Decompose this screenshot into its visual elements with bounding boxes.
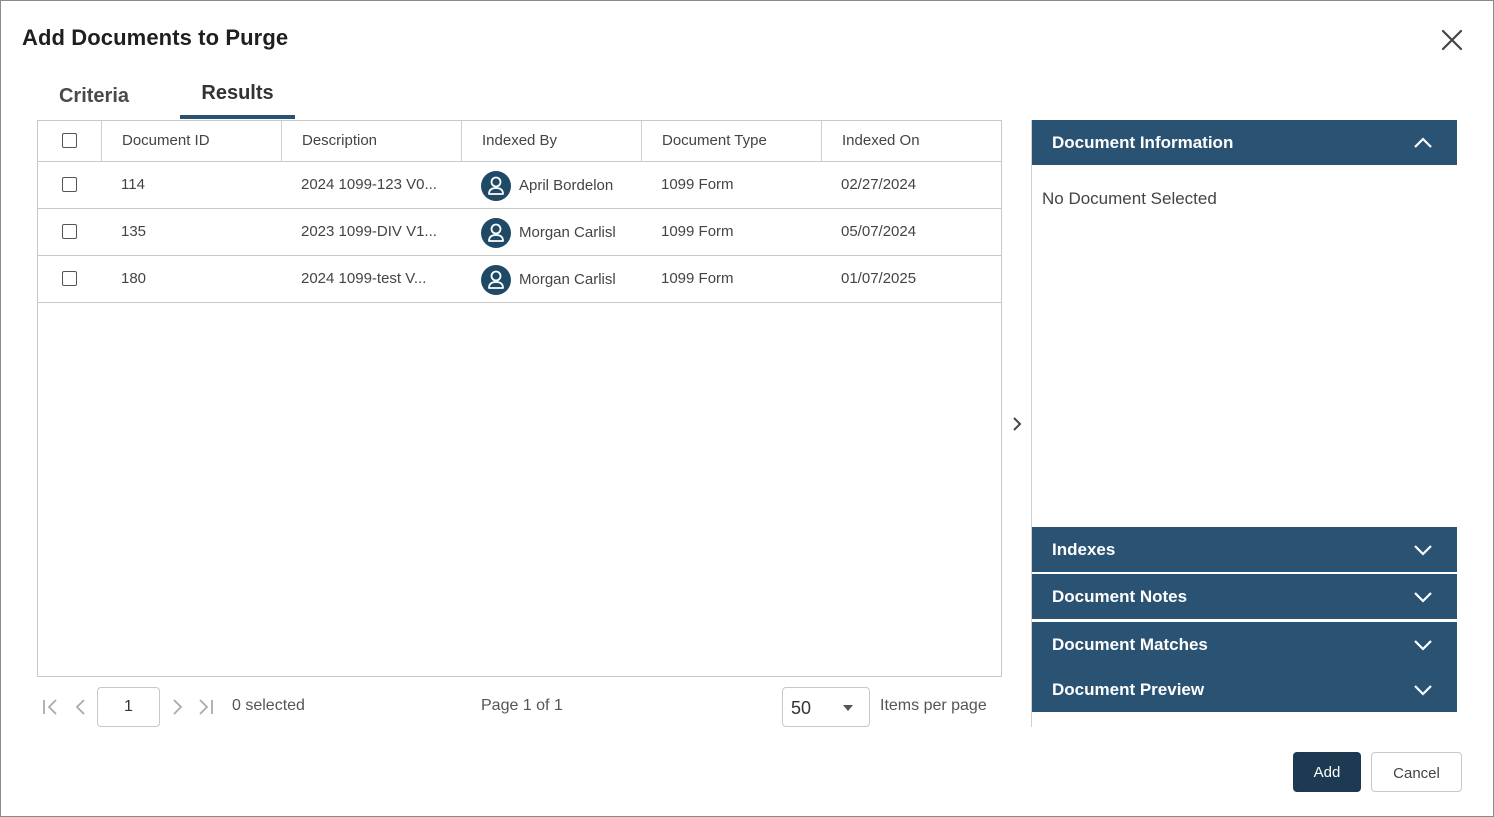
cancel-button[interactable]: Cancel [1371, 752, 1462, 792]
description-cell: 2024 1099-test V... [301, 270, 427, 287]
accordion-document-information[interactable]: Document Information [1032, 120, 1457, 165]
chevron-down-icon [1414, 592, 1432, 603]
dialog-title: Add Documents to Purge [22, 25, 289, 50]
accordion-document-preview[interactable]: Document Preview [1032, 667, 1457, 712]
page-size-select[interactable]: 50 [782, 687, 870, 727]
row-checkbox[interactable] [62, 177, 77, 192]
document-id-cell: 135 [121, 223, 147, 240]
document-id-cell: 114 [121, 176, 145, 193]
results-grid: Document ID Description Indexed By Docum… [37, 120, 1002, 677]
pager: 1 0 selected Page 1 of 1 50 Items per pa… [37, 677, 1002, 735]
accordion-title: Indexes [1052, 540, 1116, 559]
column-header-indexed-by[interactable]: Indexed By [461, 121, 641, 161]
accordion-document-notes[interactable]: Document Notes [1032, 574, 1457, 619]
column-header-document-id[interactable]: Document ID [101, 121, 281, 161]
tab-criteria[interactable]: Criteria [37, 71, 151, 119]
items-per-page-label: Items per page [880, 697, 987, 714]
page-indicator: Page 1 of 1 [481, 697, 563, 714]
document-type-cell: 1099 Form [661, 176, 734, 193]
table-row[interactable]: 135 2023 1099-DIV V1... Morgan Carlisl 1… [38, 209, 1001, 256]
indexed-by-name: Morgan Carlisl [519, 224, 616, 241]
header-select-cell [38, 121, 101, 161]
previous-page-icon[interactable] [71, 697, 91, 717]
row-checkbox[interactable] [62, 224, 77, 239]
accordion-document-matches[interactable]: Document Matches [1032, 622, 1457, 667]
row-checkbox[interactable] [62, 271, 77, 286]
expand-panel-chevron-right-icon[interactable] [1009, 414, 1025, 434]
select-all-checkbox[interactable] [62, 133, 77, 148]
accordion-title: Document Matches [1052, 635, 1208, 654]
accordion-indexes[interactable]: Indexes [1032, 527, 1457, 572]
grid-header: Document ID Description Indexed By Docum… [38, 121, 1001, 162]
indexed-by-cell: April Bordelon [481, 162, 621, 208]
column-header-description[interactable]: Description [281, 121, 461, 161]
chevron-up-icon [1414, 137, 1432, 148]
indexed-by-cell: Morgan Carlisl [481, 209, 621, 255]
column-header-indexed-on[interactable]: Indexed On [821, 121, 1001, 161]
panel-splitter [1002, 120, 1032, 727]
page-size-value: 50 [791, 698, 812, 718]
next-page-icon[interactable] [167, 697, 187, 717]
indexed-on-cell: 01/07/2025 [841, 270, 917, 287]
last-page-icon[interactable] [195, 697, 215, 717]
tab-results[interactable]: Results [180, 71, 295, 119]
accordion-title: Document Preview [1052, 680, 1205, 699]
indexed-by-cell: Morgan Carlisl [481, 256, 621, 302]
chevron-down-icon [1414, 545, 1432, 556]
add-button[interactable]: Add [1293, 752, 1361, 792]
indexed-on-cell: 02/27/2024 [841, 176, 917, 193]
selected-count: 0 selected [232, 697, 305, 714]
chevron-down-icon [1414, 685, 1432, 696]
add-documents-dialog: Add Documents to Purge Criteria Results … [0, 0, 1494, 817]
column-header-document-type[interactable]: Document Type [641, 121, 821, 161]
chevron-down-icon [1414, 640, 1432, 651]
close-icon[interactable] [1437, 25, 1467, 55]
description-cell: 2023 1099-DIV V1... [301, 223, 437, 240]
document-type-cell: 1099 Form [661, 223, 734, 240]
no-document-message: No Document Selected [1042, 189, 1217, 208]
document-type-cell: 1099 Form [661, 270, 734, 287]
table-row[interactable]: 114 2024 1099-123 V0... April Bordelon 1… [38, 162, 1001, 209]
dropdown-arrow-icon [843, 705, 853, 711]
description-cell: 2024 1099-123 V0... [301, 176, 437, 193]
table-row[interactable]: 180 2024 1099-test V... Morgan Carlisl 1… [38, 256, 1001, 303]
indexed-by-name: Morgan Carlisl [519, 271, 616, 288]
indexed-on-cell: 05/07/2024 [841, 223, 917, 240]
accordion-title: Document Information [1052, 133, 1234, 152]
page-number-input[interactable]: 1 [97, 687, 160, 727]
document-id-cell: 180 [121, 270, 147, 287]
accordion-title: Document Notes [1052, 587, 1188, 606]
first-page-icon[interactable] [41, 697, 61, 717]
indexed-by-name: April Bordelon [519, 177, 614, 194]
